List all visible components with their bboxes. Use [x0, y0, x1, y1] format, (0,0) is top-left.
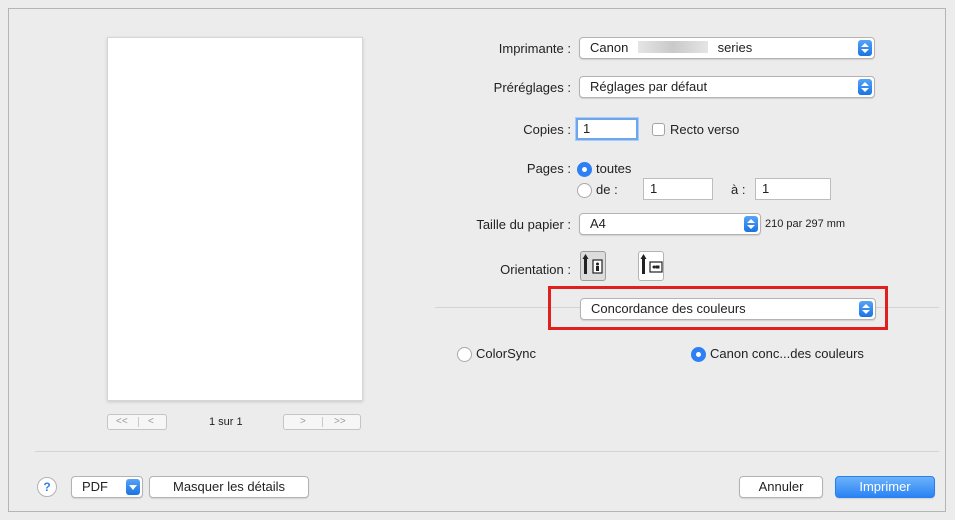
preview-nav-forward-group: > >> — [283, 414, 361, 430]
pages-all-radio[interactable] — [577, 162, 592, 177]
pdf-label: PDF — [82, 479, 108, 494]
section-stepper-icon — [859, 301, 873, 317]
help-icon: ? — [43, 480, 51, 494]
chevron-down-icon — [126, 479, 140, 495]
printer-name: Canon — [590, 40, 629, 55]
paper-dimensions: 210 par 297 mm — [765, 218, 846, 230]
pdf-menu-button[interactable]: PDF — [71, 476, 143, 498]
pages-label: Pages : — [526, 161, 571, 176]
duplex-checkbox[interactable] — [652, 123, 665, 136]
preview-nav-back-group: << < — [107, 414, 167, 430]
presets-popup[interactable]: Réglages par défaut — [579, 76, 875, 98]
last-page-button[interactable]: >> — [334, 415, 346, 429]
printer-stepper-icon — [858, 40, 872, 56]
help-button[interactable]: ? — [37, 477, 57, 497]
first-page-button[interactable]: << — [116, 415, 128, 429]
section-value: Concordance des couleurs — [591, 301, 746, 316]
footer-divider — [35, 451, 939, 452]
colorsync-radio[interactable] — [457, 347, 472, 362]
cancel-button[interactable]: Annuler — [739, 476, 823, 498]
canon-matching-radio[interactable] — [691, 347, 706, 362]
pages-range-radio[interactable] — [577, 183, 592, 198]
prev-page-button[interactable]: < — [148, 415, 154, 429]
page-counter: 1 sur 1 — [209, 416, 243, 428]
pages-to-field[interactable]: 1 — [755, 178, 831, 200]
next-page-button[interactable]: > — [300, 415, 306, 429]
colorsync-label: ColorSync — [476, 346, 536, 361]
orientation-portrait-button[interactable] — [580, 251, 606, 281]
printer-popup[interactable]: Canon series — [579, 37, 875, 59]
orientation-landscape-button[interactable] — [638, 251, 664, 281]
pages-all-label: toutes — [596, 161, 632, 176]
paper-size-stepper-icon — [744, 216, 758, 232]
section-popup[interactable]: Concordance des couleurs — [580, 298, 876, 320]
pages-from-label: de : — [596, 182, 618, 197]
printer-label: Imprimante : — [498, 41, 571, 56]
paper-size-popup[interactable]: A4 — [579, 213, 761, 235]
canon-matching-label: Canon conc...des couleurs — [710, 346, 864, 361]
portrait-orientation-icon — [582, 254, 603, 274]
copies-field[interactable]: 1 — [576, 118, 638, 140]
copies-label: Copies : — [523, 122, 571, 137]
page-preview — [107, 37, 363, 401]
paper-size-label: Taille du papier : — [476, 217, 571, 232]
landscape-orientation-icon — [640, 254, 663, 274]
printer-series: series — [717, 40, 753, 55]
presets-stepper-icon — [858, 79, 872, 95]
presets-label: Préréglages : — [493, 80, 571, 95]
print-button[interactable]: Imprimer — [835, 476, 935, 498]
presets-value: Réglages par défaut — [590, 79, 708, 94]
paper-size-value: A4 — [590, 216, 606, 231]
duplex-label: Recto verso — [670, 122, 740, 137]
pages-from-field[interactable]: 1 — [643, 178, 713, 200]
orientation-label: Orientation : — [500, 262, 571, 277]
print-dialog: << < 1 sur 1 > >> Imprimante : Canon ser… — [8, 8, 946, 512]
printer-model-redacted — [637, 41, 708, 53]
pages-to-label: à : — [731, 182, 746, 197]
hide-details-button[interactable]: Masquer les détails — [149, 476, 309, 498]
